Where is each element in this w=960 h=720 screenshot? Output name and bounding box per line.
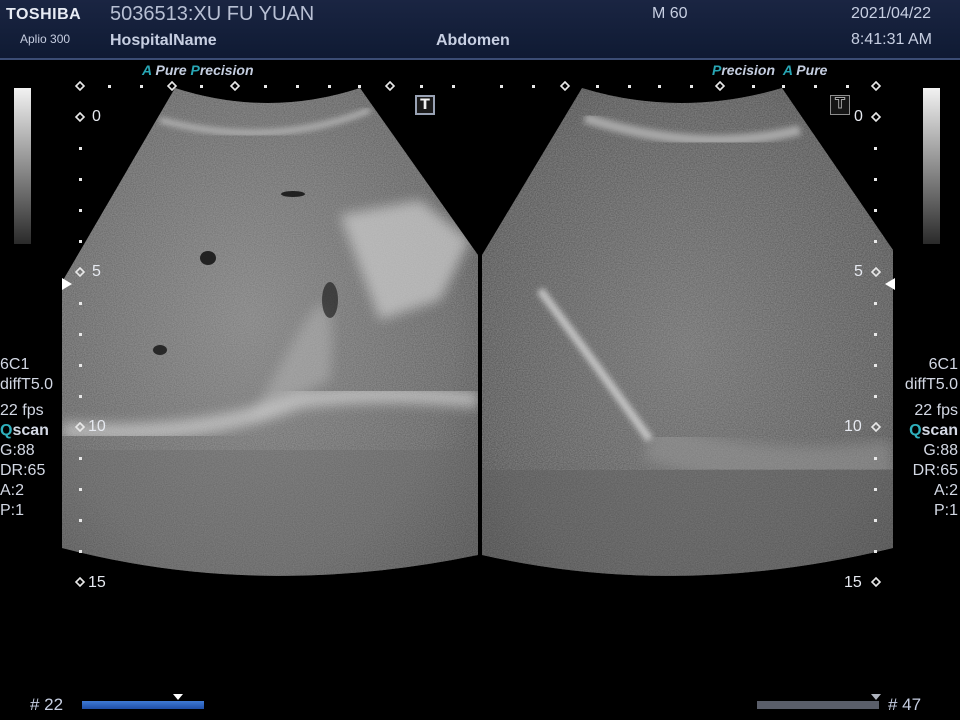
left-scan-parameters: 6C1 diffT5.0 22 fps Qscan G:88 DR:65 A:2… [0,355,53,521]
left-cine-marker-icon[interactable] [173,694,183,700]
p-value: P:1 [933,502,958,519]
dynamic-range-value: DR:65 [0,462,46,479]
filter-mode: diffT5.0 [904,376,958,393]
a-value: A:2 [0,482,25,499]
dynamic-range-value: DR:65 [912,462,958,479]
right-quality-tag: Precision A Pure [712,62,828,78]
right-frame-number: # 47 [888,695,922,714]
frame-rate: 22 fps [914,402,958,419]
gain-value: G:88 [923,442,958,459]
qscan-label: Qscan [909,422,958,439]
right-depth-label-15: 15 [844,574,862,591]
a-value: A:2 [933,482,958,499]
left-grayscale-bar [14,88,31,244]
right-depth-label-0: 0 [854,108,863,125]
right-scan-parameters: 6C1 diffT5.0 22 fps Qscan G:88 DR:65 A:2… [905,355,958,521]
probe-label: 6C1 [0,356,30,373]
probe-label: 6C1 [928,356,958,373]
left-frame-number: # 22 [30,695,64,714]
right-focus-arrow-icon [885,278,895,290]
frame-rate: 22 fps [0,402,44,419]
right-cine-marker-icon[interactable] [871,694,881,700]
right-grayscale-bar [923,88,940,244]
ultrasound-viewport [62,80,893,588]
right-cine-bar[interactable] [757,701,879,709]
left-depth-label-15: 15 [88,574,106,591]
qscan-label: Qscan [0,422,49,439]
left-quality-tag: A Pure Precision [142,62,254,78]
left-cine-bar[interactable] [82,701,204,709]
gain-value: G:88 [0,442,35,459]
left-depth-label-10: 10 [88,418,106,435]
left-depth-label-5: 5 [92,263,101,280]
left-depth-label-0: 0 [92,108,101,125]
right-depth-label-5: 5 [854,263,863,280]
left-ultrasound-image [62,88,478,576]
p-value: P:1 [0,502,25,519]
right-inactive-marker[interactable]: T [830,95,850,115]
right-depth-label-10: 10 [844,418,862,435]
left-focus-arrow-icon [62,278,72,290]
right-ultrasound-image [482,88,893,576]
filter-mode: diffT5.0 [0,376,54,393]
left-active-marker[interactable]: T [415,95,435,115]
